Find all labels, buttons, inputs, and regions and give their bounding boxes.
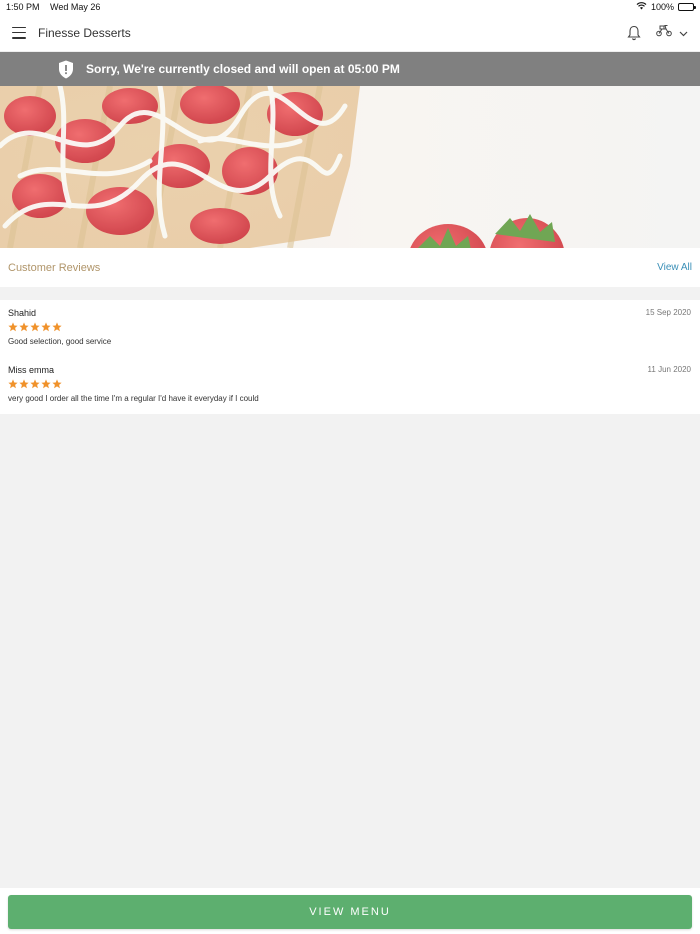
reviews-title: Customer Reviews [8,261,101,274]
battery-percent: 100% [650,2,674,12]
review-item: Shahid 15 Sep 2020 Good selection, good … [0,300,700,357]
review-author: Miss emma [8,365,55,375]
star-icon [30,379,40,389]
review-text: very good I order all the time I'm a reg… [8,394,259,403]
star-icon [41,379,51,389]
wifi-icon [636,2,647,12]
app-header: Finesse Desserts [0,14,700,52]
review-author: Shahid [8,308,37,318]
bell-icon[interactable] [627,25,641,41]
review-rating [8,322,692,332]
review-item: Miss emma 11 Jun 2020 very good I order … [0,357,700,414]
shield-alert-icon [58,60,74,79]
star-icon [30,322,40,332]
view-menu-button[interactable]: VIEW MENU [8,895,692,929]
scooter-icon [655,23,673,42]
view-all-link[interactable]: View All [657,262,692,273]
review-text: Good selection, good service [8,337,112,346]
star-icon [19,379,29,389]
star-icon [41,322,51,332]
review-date: 11 Jun 2020 [647,365,691,374]
star-icon [8,379,18,389]
status-bar: 1:50 PM Wed May 26 100% [0,0,700,14]
review-rating [8,379,692,389]
reviews-list: Shahid 15 Sep 2020 Good selection, good … [0,300,700,414]
star-icon [19,322,29,332]
status-time: 1:50 PM [6,2,40,12]
star-icon [52,379,62,389]
status-date: Wed May 26 [50,2,101,12]
page-title: Finesse Desserts [38,25,131,40]
review-date: 15 Sep 2020 [645,308,691,317]
delivery-mode-selector[interactable] [655,23,688,42]
chevron-down-icon [679,24,688,42]
reviews-header: Customer Reviews View All [0,248,700,287]
hero-image [0,86,700,248]
closed-banner: Sorry, We're currently closed and will o… [0,52,700,86]
closed-message: Sorry, We're currently closed and will o… [86,62,400,76]
star-icon [8,322,18,332]
hero-illustration [0,86,700,248]
battery-icon [678,3,696,11]
hamburger-menu-icon[interactable] [12,26,26,39]
star-icon [52,322,62,332]
